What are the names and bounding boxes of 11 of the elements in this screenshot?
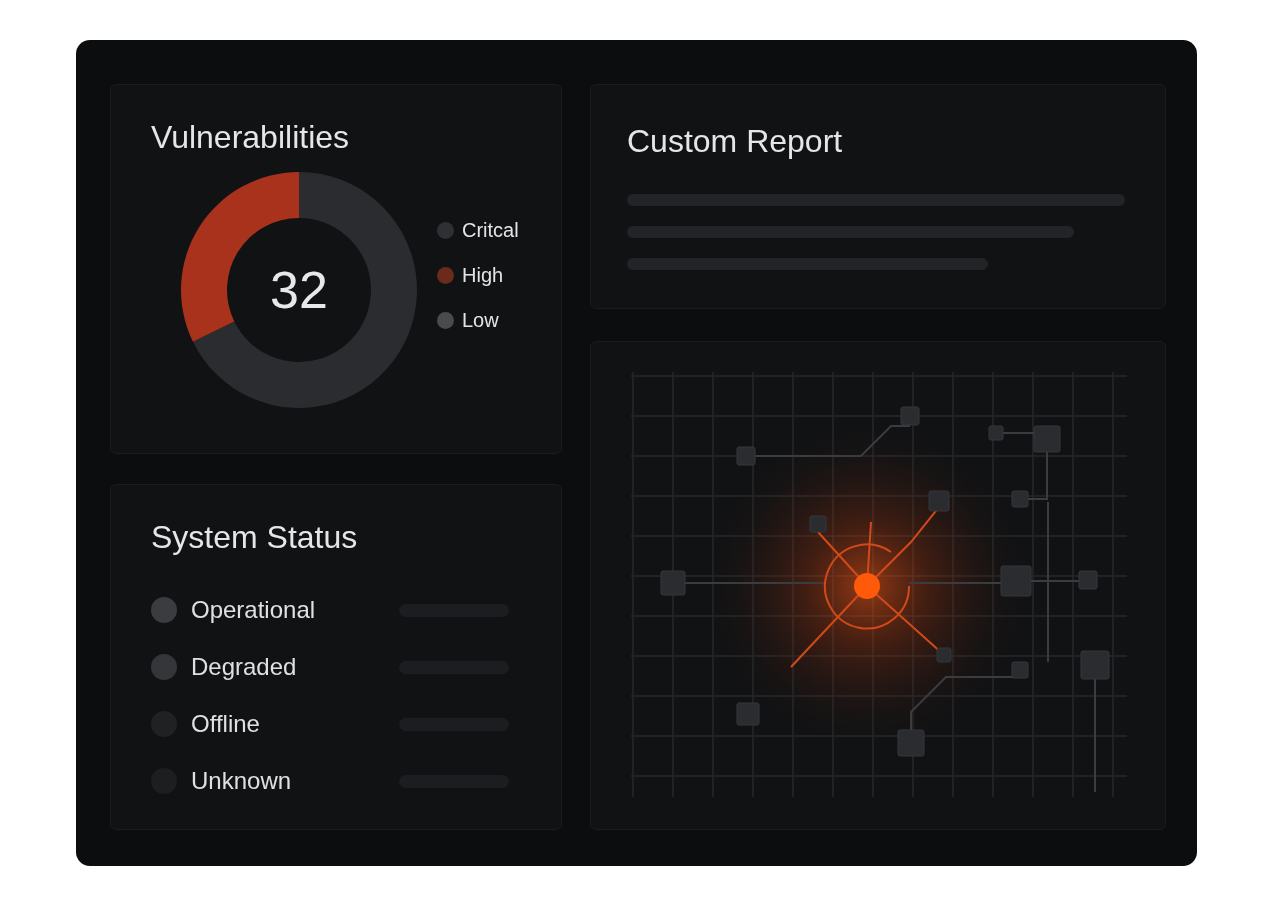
legend-label: Low xyxy=(462,308,499,332)
card-title: Custom Report xyxy=(627,123,843,160)
status-label: Unknown xyxy=(191,767,293,795)
status-label: Degraded xyxy=(191,653,298,681)
status-label: Operational xyxy=(191,596,317,624)
card-title: System Status xyxy=(151,519,358,556)
card-title: Vulnerabilities xyxy=(151,119,350,156)
total-count: 32 xyxy=(270,260,328,320)
status-label: Offline xyxy=(191,710,261,738)
legend-label: Critcal xyxy=(462,218,519,242)
legend-label: High xyxy=(462,263,504,287)
